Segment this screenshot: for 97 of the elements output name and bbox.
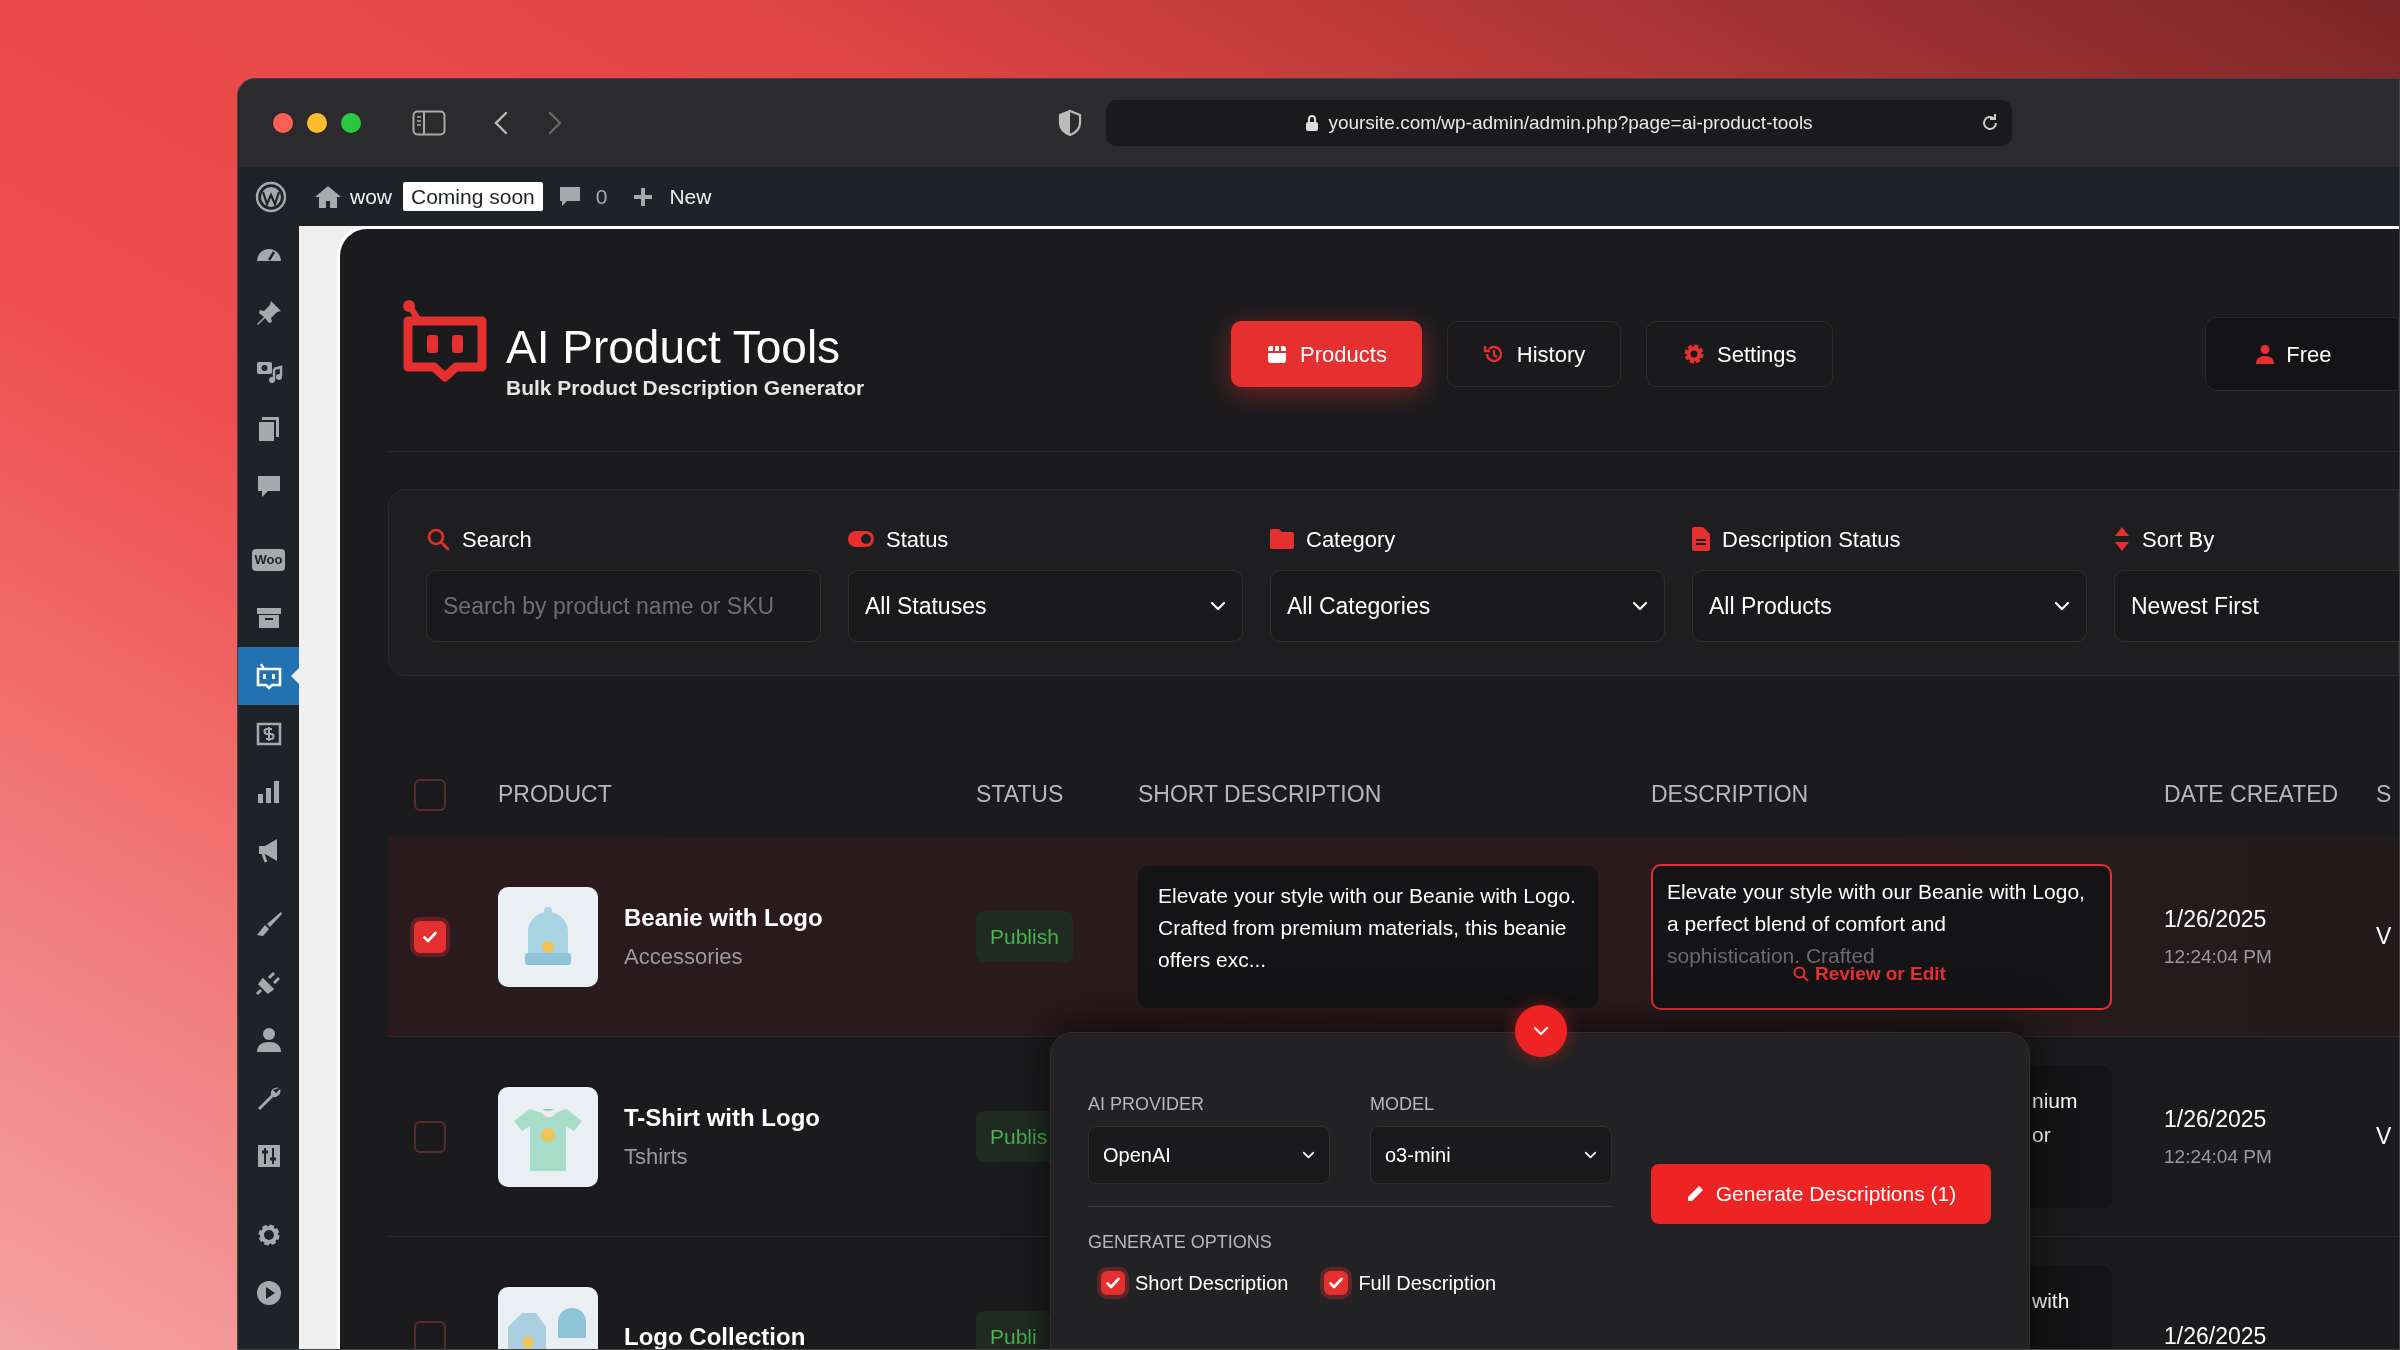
- table-cell: V: [2376, 923, 2392, 950]
- pencil-icon: [1685, 1185, 1704, 1203]
- app-subtitle: Bulk Product Description Generator: [506, 375, 865, 401]
- dollar-icon: [254, 720, 283, 748]
- app-title: AI Product Tools: [506, 321, 842, 373]
- nav-tab[interactable]: Products: [1231, 321, 1422, 387]
- coming-soon-badge[interactable]: Coming soon: [403, 182, 543, 211]
- url-text: yoursite.com/wp-admin/admin.php?page=ai-product-tools: [1328, 110, 1813, 135]
- column-header: PRODUCT: [498, 781, 612, 808]
- folder-icon: [1270, 529, 1294, 549]
- filter-label: Category: [1306, 525, 1396, 554]
- short-description-box[interactable]: Elevate your style with our Beanie with Logo. Crafted from premium materials, this beanie offers exc...: [1138, 865, 1598, 1008]
- lock-icon: [1305, 114, 1320, 132]
- date-text: 1/26/2025: [2164, 1322, 2268, 1349]
- product-name[interactable]: T-Shirt with Logo: [624, 1100, 820, 1136]
- description-text: sophistication. Crafted: [1667, 942, 1876, 967]
- new-link[interactable]: New: [669, 180, 712, 213]
- column-header: DESCRIPTION: [1651, 781, 1809, 808]
- date-text: 1/26/2025: [2164, 905, 2268, 934]
- shield-icon[interactable]: [1058, 109, 1082, 137]
- field-label: AI PROVIDER: [1088, 1093, 1206, 1116]
- time-text: 12:24:04 PM: [2164, 1144, 2273, 1169]
- box-icon: [1266, 343, 1289, 365]
- checkbox[interactable]: [1324, 1271, 1349, 1295]
- reload-icon[interactable]: [1980, 113, 2000, 133]
- checkbox[interactable]: [414, 1120, 446, 1153]
- product-name[interactable]: Beanie with Logo: [624, 900, 823, 936]
- column-header: SHORT DESCRIPTION: [1138, 781, 1382, 808]
- woo-icon: Woo: [251, 549, 286, 571]
- option-label[interactable]: Short Description: [1135, 1268, 1289, 1298]
- comment-icon[interactable]: [557, 184, 582, 209]
- description-text: Elevate your style with our Beanie with Logo, a perfect blend of comfort and: [1667, 878, 2086, 937]
- user-icon: [2256, 344, 2275, 364]
- history-icon: [1482, 343, 1505, 365]
- zoom-window-button[interactable]: [341, 113, 361, 133]
- filter-label: Status: [886, 525, 949, 554]
- filter-dropdown[interactable]: All Statuses: [848, 570, 1243, 642]
- document-icon: [1692, 527, 1710, 551]
- sidebar-item[interactable]: Woo: [238, 531, 299, 589]
- search-icon: [1793, 965, 1809, 982]
- product-name[interactable]: Logo Collection: [624, 1318, 806, 1349]
- model-dropdown[interactable]: o3-mini: [1370, 1126, 1612, 1184]
- date-text: 1/26/2025: [2164, 1105, 2268, 1134]
- generate-button[interactable]: Generate Descriptions (1): [1651, 1164, 1991, 1224]
- settings-icon: [1683, 343, 1705, 365]
- status-badge: Publi: [976, 1310, 1051, 1349]
- nav-tab[interactable]: History: [1446, 321, 1622, 387]
- account-button[interactable]: Free: [2205, 317, 2399, 391]
- filter-dropdown[interactable]: Newest First: [2114, 570, 2399, 642]
- filter-label: Sort By: [2142, 525, 2215, 554]
- toggle-icon: [848, 531, 874, 547]
- nav-tab[interactable]: Settings: [1646, 321, 1834, 387]
- filter-label: Search: [462, 525, 532, 554]
- filter-dropdown[interactable]: All Categories: [1270, 570, 1665, 642]
- forward-icon[interactable]: [548, 111, 562, 135]
- column-header: S: [2376, 781, 2392, 808]
- checkbox[interactable]: [414, 1320, 446, 1349]
- checkbox[interactable]: [1101, 1271, 1125, 1295]
- minimize-window-button[interactable]: [307, 113, 327, 133]
- sidebar-item[interactable]: [238, 647, 299, 705]
- checkbox[interactable]: [414, 778, 446, 811]
- chevron-down-icon: [1302, 1151, 1315, 1159]
- close-window-button[interactable]: [273, 113, 293, 133]
- table-cell: V: [2376, 1123, 2392, 1150]
- robot-icon: [254, 662, 283, 690]
- product-category: Accessories: [624, 943, 744, 971]
- provider-dropdown[interactable]: OpenAI: [1088, 1126, 1330, 1184]
- plus-icon[interactable]: [632, 185, 655, 208]
- comment-count[interactable]: 0: [595, 180, 608, 213]
- status-badge: Publish: [976, 910, 1073, 963]
- filter-dropdown[interactable]: All Products: [1692, 570, 2087, 642]
- option-label[interactable]: Full Description: [1358, 1268, 1497, 1298]
- play-icon: [254, 1279, 283, 1307]
- sort-icon: [2114, 527, 2130, 551]
- chevron-down-icon: [2054, 601, 2070, 611]
- checkbox[interactable]: [414, 920, 446, 953]
- address-bar[interactable]: yoursite.com/wp-admin/admin.php?page=ai-product-tools: [1106, 100, 2012, 146]
- search-icon: [426, 527, 450, 551]
- time-text: 12:24:04 PM: [2164, 944, 2273, 969]
- site-name-link[interactable]: wow: [350, 180, 392, 213]
- sidebar-toggle-icon[interactable]: [412, 110, 446, 136]
- column-header: STATUS: [976, 781, 1064, 808]
- chevron-down-icon: [1632, 601, 1648, 611]
- user-icon: [254, 1026, 283, 1054]
- column-header: DATE CREATED: [2164, 781, 2339, 808]
- chevron-down-icon: [1210, 601, 1226, 611]
- brush-icon: [254, 910, 283, 938]
- home-icon[interactable]: [314, 183, 342, 210]
- field-label: MODEL: [1370, 1093, 1435, 1116]
- chevron-down-icon: [1533, 1026, 1549, 1036]
- product-category: Tshirts: [624, 1143, 689, 1171]
- table-row[interactable]: [388, 837, 2399, 1037]
- back-icon[interactable]: [494, 111, 508, 135]
- chevron-down-icon: [1584, 1151, 1597, 1159]
- search-field[interactable]: Search by product name or SKU: [426, 570, 821, 642]
- logo-icon[interactable]: [255, 180, 287, 213]
- filter-label: Description Status: [1722, 525, 1901, 554]
